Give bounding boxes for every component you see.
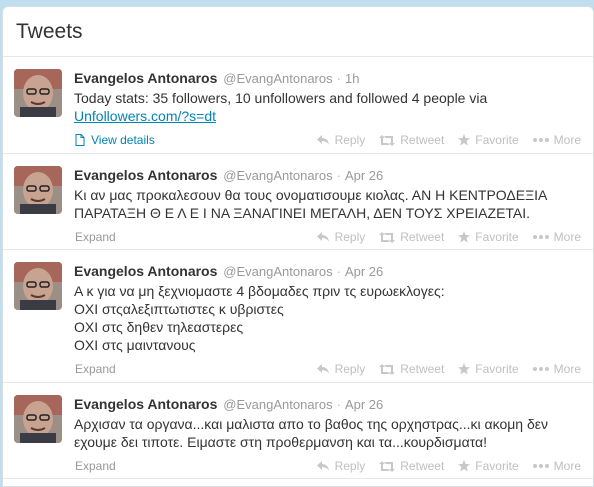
panel-header: Tweets — [3, 7, 593, 57]
reply-button[interactable]: Reply — [316, 230, 365, 244]
tweet-fullname[interactable]: Evangelos Antonaros — [74, 263, 217, 279]
reply-button[interactable]: Reply — [316, 459, 365, 473]
favorite-button[interactable]: Favorite — [458, 362, 519, 376]
tweet-username[interactable]: @EvangAntonaros — [223, 264, 332, 279]
avatar[interactable] — [14, 69, 62, 117]
retweet-icon — [379, 363, 396, 375]
retweet-button[interactable]: Retweet — [379, 133, 444, 147]
retweet-button[interactable]: Retweet — [379, 230, 444, 244]
retweet-icon — [379, 231, 396, 243]
reply-icon — [316, 363, 329, 374]
tweet-item[interactable]: Evangelos Antonaros @EvangAntonaros · Apr … — [3, 383, 593, 479]
avatar[interactable] — [14, 262, 62, 310]
more-dots-icon — [532, 367, 549, 371]
favorite-button[interactable]: Favorite — [458, 459, 519, 473]
tweet-item[interactable]: Evangelos Antonaros @EvangAntonaros · 1h T… — [3, 57, 593, 154]
star-icon — [458, 363, 471, 375]
tweet-timestamp[interactable]: 1h — [345, 71, 359, 86]
expand-link[interactable]: Expand — [75, 362, 116, 376]
retweet-icon — [379, 134, 396, 146]
reply-button[interactable]: Reply — [316, 362, 365, 376]
document-icon — [75, 134, 85, 146]
more-button[interactable]: More — [532, 459, 581, 473]
tweet-text: Κι αν μας προκαλεσουν θα τους ονοματισου… — [74, 187, 548, 221]
tweet-fullname[interactable]: Evangelos Antonaros — [74, 396, 217, 412]
star-icon — [458, 134, 471, 146]
tweets-panel: Tweets Evangelos Antonaros @EvangAntonar… — [2, 6, 594, 487]
retweet-button[interactable]: Retweet — [379, 362, 444, 376]
favorite-button[interactable]: Favorite — [458, 230, 519, 244]
favorite-button[interactable]: Favorite — [458, 133, 519, 147]
reply-icon — [316, 231, 329, 242]
tweet-username[interactable]: @EvangAntonaros — [223, 168, 332, 183]
tweet-text: Αρχισαν τα οργανα...και μαλιστα απο το β… — [74, 416, 549, 450]
more-dots-icon — [532, 464, 549, 468]
page-title: Tweets — [16, 19, 83, 43]
expand-link[interactable]: Expand — [75, 230, 116, 244]
avatar[interactable] — [14, 395, 62, 443]
tweet-fullname[interactable]: Evangelos Antonaros — [74, 167, 217, 183]
tweet-timestamp[interactable]: Apr 26 — [345, 264, 383, 279]
view-details-link[interactable]: View details — [75, 133, 155, 147]
retweet-icon — [379, 460, 396, 472]
retweet-button[interactable]: Retweet — [379, 459, 444, 473]
tweet-timestamp[interactable]: Apr 26 — [345, 168, 383, 183]
more-button[interactable]: More — [532, 362, 581, 376]
tweet-link[interactable]: Unfollowers.com/?s=dt — [74, 108, 216, 124]
more-button[interactable]: More — [532, 230, 581, 244]
tweet-timestamp[interactable]: Apr 26 — [345, 397, 383, 412]
tweet-fullname[interactable]: Evangelos Antonaros — [74, 70, 217, 86]
tweet-username[interactable]: @EvangAntonaros — [223, 71, 332, 86]
tweet-text: Α κ για να μη ξεχνιομαστε 4 βδομαδες πρι… — [74, 283, 445, 353]
reply-icon — [316, 460, 329, 471]
star-icon — [458, 231, 471, 243]
avatar[interactable] — [14, 166, 62, 214]
tweet-item[interactable]: Evangelos Antonaros @EvangAntonaros · Apr … — [3, 154, 593, 250]
expand-link[interactable]: Expand — [75, 459, 116, 473]
tweet-username[interactable]: @EvangAntonaros — [223, 397, 332, 412]
tweet-item[interactable]: Evangelos Antonaros @EvangAntonaros · Apr … — [3, 250, 593, 383]
tweet-text: Today stats: 35 followers, 10 unfollower… — [74, 90, 488, 124]
reply-icon — [316, 134, 329, 145]
reply-button[interactable]: Reply — [316, 133, 365, 147]
more-dots-icon — [532, 235, 549, 239]
star-icon — [458, 460, 471, 472]
more-dots-icon — [532, 138, 549, 142]
more-button[interactable]: More — [532, 133, 581, 147]
